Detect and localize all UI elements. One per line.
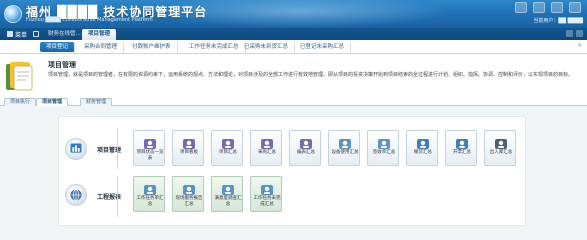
subtab-purchased-not-arrived[interactable]: 已采购未到货汇总 bbox=[238, 42, 296, 52]
tile-label: 项目看板 bbox=[180, 150, 198, 155]
top-nav: 菜单 财务在线管... 项目管理 bbox=[0, 28, 587, 40]
module-tabs: 项目执行 项目管理 财务管理 bbox=[0, 98, 587, 107]
user-info: 当前用户：██ ████ bbox=[533, 18, 583, 24]
intro-panel: 项目管理 项目管理，就是项目的管理者，在有限的资源约束下，运用系统的观点、方法和… bbox=[0, 54, 587, 98]
tile-report[interactable]: 现场服务报告汇总 bbox=[172, 176, 204, 212]
app-header: 福州 ████ 技术协同管理平台 Fuzhou ████ Collaborati… bbox=[0, 0, 587, 28]
tile-label: 满意度调查汇总 bbox=[214, 196, 242, 207]
close-icon[interactable] bbox=[576, 30, 583, 37]
nav-tab-project-management[interactable]: 项目管理 bbox=[82, 29, 117, 40]
close-tabs-icon[interactable]: × bbox=[577, 43, 583, 49]
sub-tabs: 项目登记 采购合同管理 付款账户维护表 工作任务未完成汇总 已采购未到货汇总 已… bbox=[0, 40, 587, 54]
tile-label: 项目状态一览表 bbox=[136, 150, 164, 161]
clock-icon bbox=[494, 135, 508, 149]
people-icon bbox=[143, 135, 157, 149]
module-tab-project-execution[interactable]: 项目执行 bbox=[4, 98, 37, 106]
tile-survey[interactable]: 满意度调查汇总 bbox=[211, 176, 243, 212]
subtab-registered-not-purchased[interactable]: 已登记未采购汇总 bbox=[294, 42, 352, 52]
tile-document[interactable]: 采购汇总 bbox=[250, 130, 282, 166]
tile-todo[interactable]: 工作任务未完成汇总 bbox=[250, 176, 282, 212]
section-divider bbox=[117, 177, 118, 217]
tile-label: 工作任务单汇总 bbox=[136, 196, 164, 207]
tile-label: 现场服务报告汇总 bbox=[175, 196, 203, 207]
tile-label: 出入库汇总 bbox=[489, 150, 513, 155]
team-icon bbox=[182, 135, 196, 149]
chart-icon bbox=[338, 135, 352, 149]
tile-handshake[interactable]: 编表汇总 bbox=[289, 130, 321, 166]
task-icon bbox=[143, 181, 157, 195]
logout-icon[interactable] bbox=[569, 2, 581, 13]
puzzle-icon bbox=[416, 135, 430, 149]
tile-label: 编表汇总 bbox=[297, 150, 315, 155]
folder-stack-icon bbox=[6, 62, 33, 91]
handshake-icon bbox=[299, 135, 313, 149]
app-subtitle: Fuzhou ████ Collaborative Management Pla… bbox=[26, 17, 153, 23]
clipboard-icon bbox=[377, 135, 391, 149]
tile-label: 开票汇总 bbox=[453, 150, 471, 155]
globe-report-icon bbox=[65, 184, 87, 206]
todo-icon bbox=[260, 181, 274, 195]
tile-task[interactable]: 工作任务单汇总 bbox=[133, 176, 165, 212]
minimize-icon[interactable] bbox=[566, 30, 573, 37]
tile-people[interactable]: 项目状态一览表 bbox=[133, 130, 165, 166]
tile-puzzle[interactable]: 撤货汇总 bbox=[406, 130, 438, 166]
tile-label: 采购汇总 bbox=[258, 150, 276, 155]
subtab-unfinished-tasks[interactable]: 工作任务未完成汇总 bbox=[183, 42, 246, 52]
tile-label: 签收单汇总 bbox=[372, 150, 396, 155]
pin-icon bbox=[455, 135, 469, 149]
module-tab-finance-management[interactable]: 财务管理 bbox=[80, 98, 113, 106]
subtab-purchase-contract[interactable]: 采购合同管理 bbox=[78, 42, 125, 52]
tile-label: 撤货汇总 bbox=[414, 150, 432, 155]
person-folder-icon bbox=[221, 135, 235, 149]
nav-tab-finance[interactable]: 财务在线管... bbox=[42, 29, 87, 40]
section-divider bbox=[117, 129, 118, 169]
grid-icon bbox=[7, 31, 13, 37]
chart-board-icon bbox=[65, 138, 87, 160]
intro-text: 项目管理，就是项目的管理者，在有限的资源约束下，运用系统的观点、方法和理论，对项… bbox=[48, 72, 574, 78]
tile-person-folder[interactable]: 项目汇总 bbox=[211, 130, 243, 166]
home-small-icon[interactable] bbox=[33, 31, 39, 37]
tile-team[interactable]: 项目看板 bbox=[172, 130, 204, 166]
settings-icon[interactable] bbox=[533, 2, 545, 13]
tile-clipboard[interactable]: 签收单汇总 bbox=[367, 130, 399, 166]
intro-title: 项目管理 bbox=[48, 61, 76, 69]
module-content: 项目管理 项目状态一览表 项目看板 项目汇总 采购汇总 编表汇总 设备使用汇总 签收单汇总撤… bbox=[0, 106, 587, 240]
survey-icon bbox=[221, 181, 235, 195]
document-icon bbox=[260, 135, 274, 149]
tile-label: 项目汇总 bbox=[219, 150, 237, 155]
module-panel: 项目管理 项目状态一览表 项目看板 项目汇总 采购汇总 编表汇总 设备使用汇总 签收单汇总撤… bbox=[58, 116, 526, 226]
header-actions bbox=[515, 2, 581, 13]
app-logo-icon bbox=[4, 5, 22, 23]
app-window: 福州 ████ 技术协同管理平台 Fuzhou ████ Collaborati… bbox=[0, 0, 587, 240]
help-icon[interactable] bbox=[551, 2, 563, 13]
menu-button[interactable]: 菜单 bbox=[3, 29, 31, 39]
tile-clock[interactable]: 出入库汇总 bbox=[484, 130, 516, 166]
nav-window-controls bbox=[566, 30, 583, 37]
subtab-project-register[interactable]: 项目登记 bbox=[40, 42, 76, 52]
tile-label: 工作任务未完成汇总 bbox=[253, 196, 281, 207]
menu-label: 菜单 bbox=[15, 31, 28, 39]
tile-label: 设备使用汇总 bbox=[331, 150, 359, 155]
subtab-payment-account[interactable]: 付款账户维护表 bbox=[126, 42, 178, 52]
home-icon[interactable] bbox=[515, 2, 527, 13]
tile-pin[interactable]: 开票汇总 bbox=[445, 130, 477, 166]
report-icon bbox=[182, 181, 196, 195]
tile-chart[interactable]: 设备使用汇总 bbox=[328, 130, 360, 166]
